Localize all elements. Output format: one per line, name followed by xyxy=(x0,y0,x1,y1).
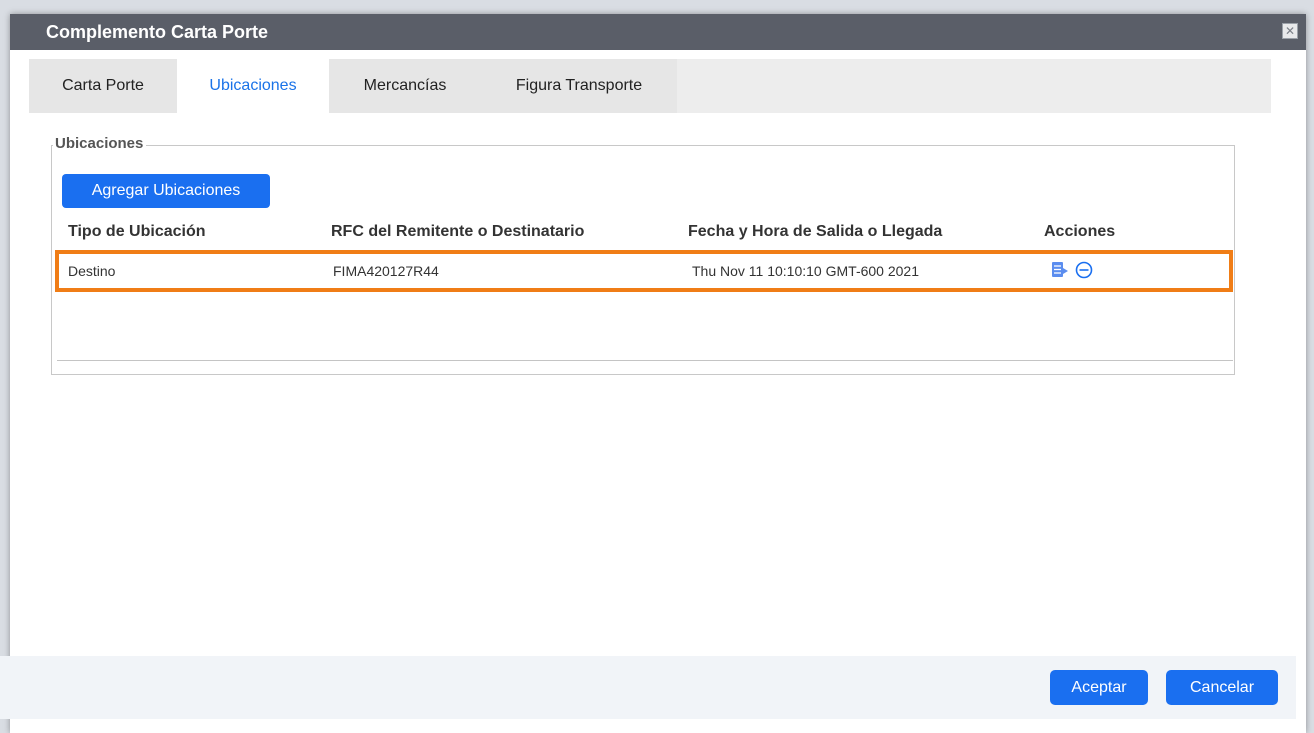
tab-mercancias[interactable]: Mercancías xyxy=(329,59,481,113)
tab-ubicaciones[interactable]: Ubicaciones xyxy=(177,59,329,113)
dialog-title: Complemento Carta Porte xyxy=(46,22,269,42)
tab-bar: Carta Porte Ubicaciones Mercancías Figur… xyxy=(29,59,1271,113)
column-header-tipo: Tipo de Ubicación xyxy=(68,223,206,240)
close-icon[interactable]: ✕ xyxy=(1282,23,1298,39)
add-ubicaciones-button[interactable]: Agregar Ubicaciones xyxy=(62,174,270,208)
column-header-acciones: Acciones xyxy=(1044,223,1116,240)
edit-icon[interactable] xyxy=(1050,260,1070,280)
table-bottom-border xyxy=(57,360,1233,361)
tab-figura-transporte[interactable]: Figura Transporte xyxy=(481,59,677,113)
dialog-titlebar: Complemento Carta Porte ✕ xyxy=(10,14,1306,50)
remove-icon[interactable] xyxy=(1074,260,1094,280)
tab-carta-porte[interactable]: Carta Porte xyxy=(29,59,177,113)
dialog-footer: Aceptar Cancelar xyxy=(0,656,1296,719)
cell-tipo: Destino xyxy=(68,263,116,279)
column-header-fecha: Fecha y Hora de Salida o Llegada xyxy=(688,223,943,240)
cell-rfc: FIMA420127R44 xyxy=(333,263,439,279)
accept-button[interactable]: Aceptar xyxy=(1050,670,1148,705)
column-header-rfc: RFC del Remitente o Destinatario xyxy=(331,223,585,240)
fieldset-legend: Ubicaciones xyxy=(53,135,147,152)
cell-fecha: Thu Nov 11 10:10:10 GMT-600 2021 xyxy=(692,263,919,279)
cancel-button[interactable]: Cancelar xyxy=(1166,670,1278,705)
